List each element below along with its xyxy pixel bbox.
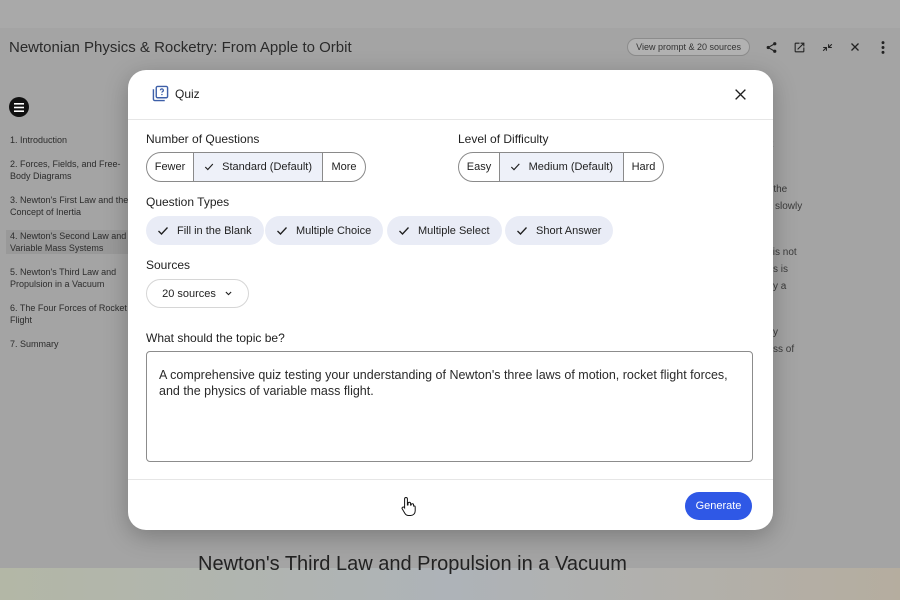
body-text-fragment: s is	[773, 264, 788, 275]
check-icon	[517, 226, 527, 235]
sources-value: 20 sources	[162, 287, 216, 300]
generate-button[interactable]: Generate	[685, 492, 752, 520]
toc-item[interactable]: 1. Introduction	[10, 134, 135, 146]
check-icon	[204, 163, 214, 171]
toc-item-active[interactable]: 4. Newton's Second Law and Variable Mass…	[6, 230, 135, 254]
open-in-new-icon[interactable]	[792, 40, 806, 54]
view-prompt-button[interactable]: View prompt & 20 sources	[627, 38, 750, 56]
option-standard[interactable]: Standard (Default)	[194, 153, 323, 181]
more-vert-icon[interactable]	[876, 40, 890, 54]
quiz-dialog: Quiz Number of Questions Fewer Standard …	[128, 70, 773, 530]
body-text-fragment: y a	[773, 281, 787, 292]
option-easy[interactable]: Easy	[459, 153, 500, 181]
dialog-header: Quiz	[128, 70, 773, 120]
chip-short-answer[interactable]: Short Answer	[505, 216, 614, 245]
option-medium[interactable]: Medium (Default)	[500, 153, 624, 181]
toc-item[interactable]: 5. Newton's Third Law and Propulsion in …	[10, 266, 135, 290]
collapse-icon[interactable]	[820, 40, 834, 54]
close-icon[interactable]	[848, 40, 862, 54]
difficulty-segmented: Easy Medium (Default) Hard	[458, 152, 664, 182]
document-actions: View prompt & 20 sources	[627, 38, 890, 56]
body-text-fragment: ss of	[773, 344, 795, 355]
topic-textarea[interactable]: A comprehensive quiz testing your unders…	[146, 351, 753, 462]
dialog-title: Quiz	[175, 87, 200, 101]
chip-label: Multiple Select	[418, 224, 490, 237]
chevron-down-icon	[225, 291, 232, 296]
dialog-footer-divider	[128, 479, 773, 480]
list-icon	[14, 102, 24, 112]
hand-cursor-icon	[401, 496, 416, 516]
number-of-questions-segmented: Fewer Standard (Default) More	[146, 152, 366, 182]
chip-fill-in-the-blank[interactable]: Fill in the Blank	[146, 216, 264, 245]
document-title: Newtonian Physics & Rocketry: From Apple…	[9, 39, 352, 56]
chip-multiple-choice[interactable]: Multiple Choice	[265, 216, 384, 245]
topic-label: What should the topic be?	[146, 331, 285, 345]
question-types-label: Question Types	[146, 195, 230, 209]
share-icon[interactable]	[764, 40, 778, 54]
table-of-contents: 1. Introduction 2. Forces, Fields, and F…	[6, 134, 135, 362]
toc-item[interactable]: 6. The Four Forces of Rocket Flight	[10, 302, 135, 326]
chip-multiple-select[interactable]: Multiple Select	[387, 216, 502, 245]
body-text-fragment: y	[773, 327, 778, 338]
check-icon	[510, 163, 520, 171]
chip-label: Multiple Choice	[296, 224, 372, 237]
dialog-close-button[interactable]	[731, 85, 749, 103]
close-icon	[734, 88, 746, 100]
option-label: Medium (Default)	[528, 161, 613, 173]
option-label: Standard (Default)	[222, 161, 312, 173]
toc-item[interactable]: 3. Newton's First Law and the Concept of…	[10, 194, 135, 218]
check-icon	[158, 226, 168, 235]
chip-label: Fill in the Blank	[177, 224, 252, 237]
chip-label: Short Answer	[536, 224, 602, 237]
toc-item[interactable]: 2. Forces, Fields, and Free-Body Diagram…	[10, 158, 135, 182]
toc-item[interactable]: 7. Summary	[10, 338, 135, 350]
number-of-questions-label: Number of Questions	[146, 132, 260, 146]
option-hard[interactable]: Hard	[624, 153, 663, 181]
check-icon	[277, 226, 287, 235]
check-icon	[399, 226, 409, 235]
table-of-contents-button[interactable]	[9, 97, 29, 117]
option-more[interactable]: More	[323, 153, 365, 181]
difficulty-label: Level of Difficulty	[458, 132, 549, 146]
option-fewer[interactable]: Fewer	[147, 153, 194, 181]
sources-label: Sources	[146, 258, 191, 272]
sources-dropdown[interactable]: 20 sources	[146, 279, 249, 308]
body-text-fragment: slowly	[775, 201, 803, 212]
section-heading: Newton's Third Law and Propulsion in a V…	[198, 553, 627, 575]
top-band	[0, 0, 900, 28]
quiz-icon	[152, 85, 169, 102]
